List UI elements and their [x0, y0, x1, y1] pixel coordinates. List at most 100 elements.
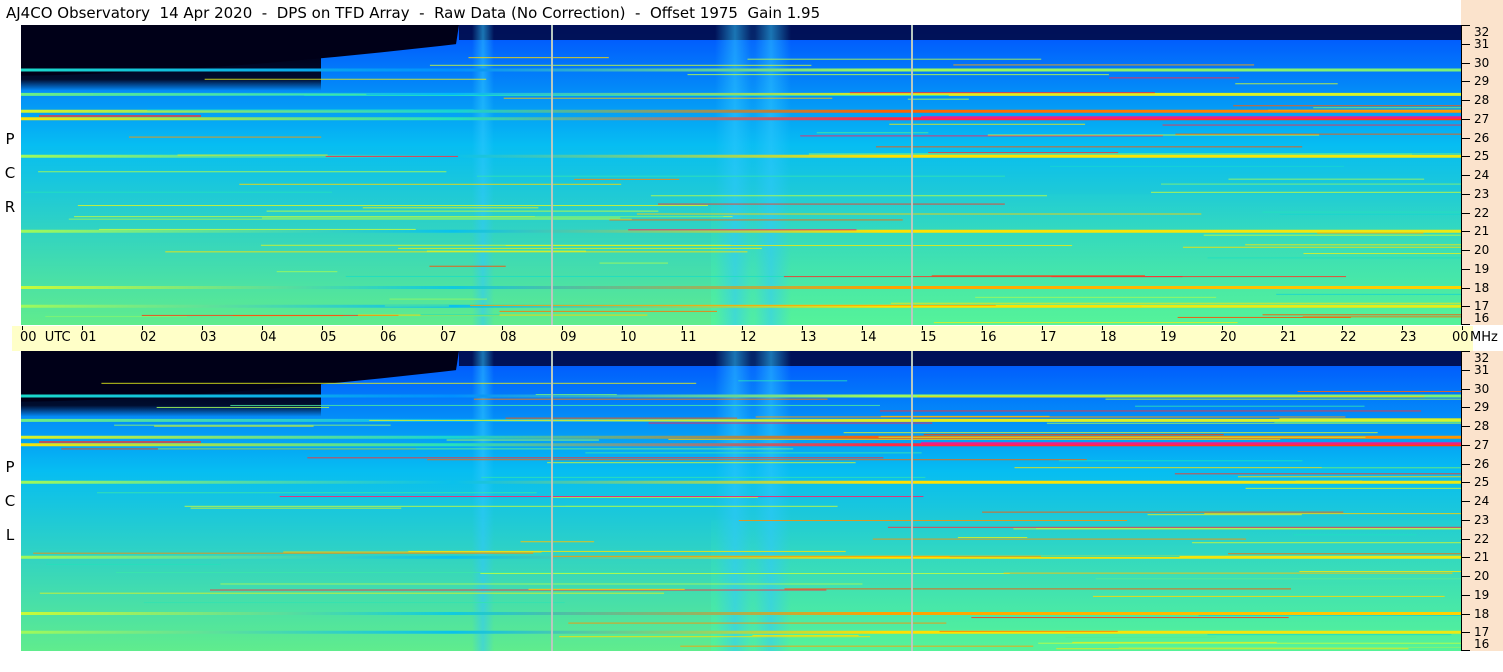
- carrier-line: [1237, 476, 1461, 478]
- hot-band-segment: [39, 115, 201, 117]
- frequency-tick-label: 21: [1474, 224, 1490, 239]
- carrier-line: [1135, 405, 1365, 407]
- time-tick-label: 08: [500, 330, 517, 345]
- frequency-tick: [1462, 250, 1470, 251]
- carrier-line: [843, 432, 1378, 434]
- carrier-line: [535, 394, 617, 396]
- frequency-tick: [1462, 444, 1470, 446]
- carrier-line: [547, 462, 856, 464]
- carrier-line: [46, 563, 221, 565]
- carrier-line: [114, 424, 391, 426]
- carrier-line: [879, 410, 1422, 412]
- carrier-line: [648, 422, 933, 424]
- carrier-line: [1203, 234, 1461, 236]
- carrier-line: [1095, 578, 1461, 580]
- carrier-line: [304, 94, 949, 96]
- frequency-tick: [1462, 231, 1470, 233]
- frequency-tick: [1462, 613, 1470, 615]
- carrier-line: [204, 78, 487, 80]
- carrier-line: [1268, 109, 1461, 111]
- carrier-line: [408, 550, 846, 552]
- carrier-line: [849, 92, 1155, 94]
- carrier-line: [129, 136, 322, 138]
- carrier-line: [77, 205, 708, 207]
- carrier-line: [480, 573, 1010, 575]
- carrier-line: [923, 434, 1224, 436]
- frequency-tick: [1462, 287, 1470, 289]
- frequency-tick-label: 23: [1474, 186, 1490, 201]
- carrier-line: [470, 304, 996, 306]
- carrier-line: [307, 457, 884, 459]
- frequency-tick-label: 25: [1474, 149, 1490, 164]
- lcp-polarization-label: P C L: [0, 450, 20, 552]
- time-tick-label: 20: [1220, 330, 1237, 345]
- frequency-tick-label: 27: [1474, 111, 1490, 126]
- time-tick-label: 16: [980, 330, 997, 345]
- carrier-line: [738, 380, 848, 382]
- pol-letter: P: [5, 130, 15, 148]
- carrier-line: [260, 244, 731, 246]
- frequency-tick-label: 30: [1474, 55, 1490, 70]
- frequency-tick-label: 20: [1474, 569, 1490, 583]
- carrier-line: [657, 203, 1005, 205]
- time-tick-label: 10: [620, 330, 637, 345]
- carrier-line: [585, 452, 922, 454]
- pol-letter: C: [4, 492, 16, 510]
- carrier-line: [499, 310, 718, 312]
- frequency-tick-label: 16: [1474, 637, 1490, 651]
- carrier-line: [1046, 422, 1461, 424]
- carrier-line: [1297, 390, 1461, 392]
- frequency-tick: [1462, 100, 1470, 101]
- frequency-tick-label: 19: [1474, 261, 1490, 276]
- frequency-tick: [1462, 632, 1470, 634]
- carrier-line: [1245, 487, 1461, 489]
- carrier-line: [628, 229, 857, 231]
- hot-band-segment: [921, 441, 1461, 445]
- carrier-line: [157, 448, 794, 450]
- time-tick-label: 00: [1452, 330, 1469, 345]
- carrier-line: [987, 134, 1320, 136]
- carrier-line: [1321, 467, 1461, 469]
- night-gradient: [21, 379, 321, 417]
- carrier-line: [939, 630, 1118, 632]
- carrier-line: [982, 511, 1344, 513]
- carrier-line: [1065, 636, 1217, 638]
- carrier-line: [369, 419, 935, 421]
- time-tick-label: 04: [260, 330, 277, 345]
- interference-band: [21, 630, 1461, 634]
- rcp-spectrogram-panel: [21, 25, 1461, 325]
- carrier-line: [505, 417, 738, 419]
- carrier-line: [559, 636, 871, 638]
- carrier-line: [933, 322, 1238, 324]
- time-tick-label: 02: [140, 330, 157, 345]
- pol-letter: C: [4, 164, 16, 182]
- carrier-line: [397, 247, 762, 249]
- hot-band-segment: [921, 115, 1461, 119]
- frequency-tick-label: 23: [1474, 512, 1490, 527]
- frequency-tick-label: 27: [1474, 437, 1490, 452]
- carrier-line: [1058, 460, 1303, 462]
- carrier-line: [668, 438, 1281, 440]
- frequency-tick: [1462, 175, 1470, 176]
- carrier-line: [1141, 305, 1461, 307]
- carrier-line: [33, 552, 534, 554]
- time-tick-label: 03: [200, 330, 217, 345]
- carrier-line: [209, 589, 827, 591]
- carrier-line: [1235, 83, 1338, 85]
- carrier-line: [755, 416, 1346, 418]
- carrier-line: [239, 183, 622, 185]
- carrier-line: [1161, 183, 1461, 185]
- carrier-line: [1274, 421, 1461, 423]
- carrier-line: [476, 175, 1006, 177]
- carrier-line: [98, 228, 416, 230]
- carrier-line: [872, 538, 1247, 540]
- time-tick-label: 17: [1040, 330, 1057, 345]
- carrier-line: [783, 276, 1347, 278]
- frequency-tick: [1462, 62, 1470, 64]
- time-tick-label: 05: [320, 330, 337, 345]
- carrier-line: [1293, 534, 1417, 536]
- carrier-line: [1279, 213, 1461, 215]
- frequency-tick: [1462, 650, 1470, 651]
- carrier-line: [1109, 77, 1240, 79]
- frequency-tick-label: 26: [1474, 456, 1490, 471]
